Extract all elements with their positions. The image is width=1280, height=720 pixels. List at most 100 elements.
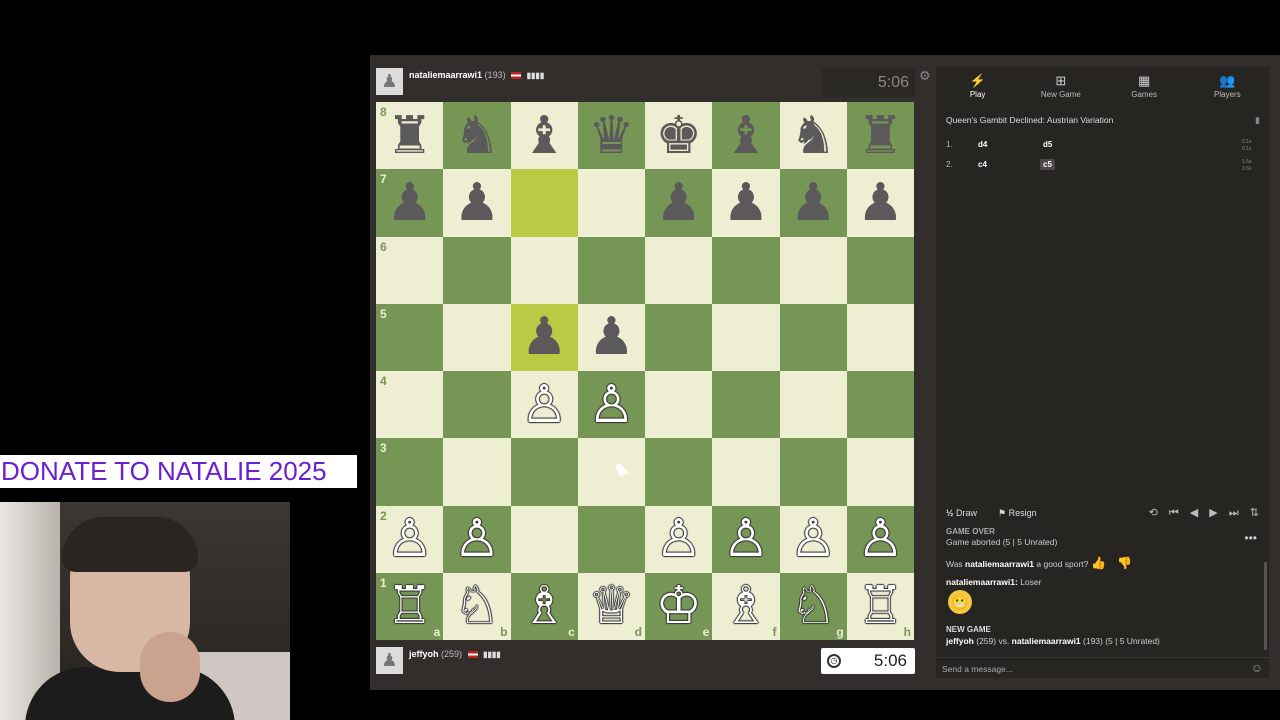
square-f3[interactable] (712, 438, 780, 506)
square-d7[interactable] (577, 169, 645, 237)
white-piece[interactable]: ♙ (588, 379, 635, 431)
square-e5[interactable] (645, 303, 713, 371)
square-d4[interactable]: ♙ (577, 371, 645, 439)
black-piece[interactable]: ♟ (857, 177, 904, 229)
square-a3[interactable]: 3 (376, 438, 444, 506)
opening-name[interactable]: Queen's Gambit Declined: Austrian Variat… (946, 115, 1266, 125)
square-e7[interactable]: ♟ (645, 169, 713, 237)
square-d2[interactable] (577, 505, 645, 573)
square-c3[interactable] (510, 438, 578, 506)
tab-play[interactable]: ⚡ Play (936, 67, 1019, 109)
white-piece[interactable]: ♙ (723, 513, 770, 565)
square-h2[interactable]: ♙ (846, 505, 914, 573)
square-h6[interactable] (846, 236, 914, 304)
book-icon[interactable]: ▮ (1255, 115, 1260, 126)
white-piece[interactable]: ♗ (723, 580, 770, 632)
black-piece[interactable]: ♚ (655, 110, 702, 162)
black-move[interactable]: d5 (1043, 140, 1052, 149)
square-d1[interactable]: d ♕ (577, 572, 645, 640)
move-navigation-icons[interactable]: ⟲ ⏮ ◀ ▶ ⏭ ⇅ (1149, 506, 1263, 520)
square-c4[interactable]: ♙ (510, 371, 578, 439)
more-options-icon[interactable]: ••• (1244, 531, 1257, 545)
black-piece[interactable]: ♜ (386, 110, 433, 162)
square-b1[interactable]: b ♘ (443, 572, 511, 640)
square-f8[interactable]: ♝ (712, 102, 780, 170)
square-c7[interactable] (510, 169, 578, 237)
black-piece[interactable]: ♟ (723, 177, 770, 229)
square-e6[interactable] (645, 236, 713, 304)
white-piece[interactable]: ♙ (857, 513, 904, 565)
square-b6[interactable] (443, 236, 511, 304)
square-f5[interactable] (712, 303, 780, 371)
top-player-name[interactable]: nataliemaarrawi1 (409, 70, 482, 80)
square-b5[interactable] (443, 303, 511, 371)
square-a2[interactable]: 2 ♙ (376, 505, 444, 573)
square-e4[interactable] (645, 371, 713, 439)
square-h1[interactable]: h ♖ (846, 572, 914, 640)
square-c5[interactable]: ♟ (510, 303, 578, 371)
square-a1[interactable]: 1 a ♖ (376, 572, 444, 640)
square-f6[interactable] (712, 236, 780, 304)
square-b2[interactable]: ♙ (443, 505, 511, 573)
square-h8[interactable]: ♜ (846, 102, 914, 170)
square-a6[interactable]: 6 (376, 236, 444, 304)
square-b7[interactable]: ♟ (443, 169, 511, 237)
resign-button[interactable]: ⚑ Resign (998, 508, 1037, 519)
square-g4[interactable] (779, 371, 847, 439)
square-a8[interactable]: 8 ♜ (376, 102, 444, 170)
bottom-player-avatar[interactable]: ♟ (376, 647, 403, 674)
square-b4[interactable] (443, 371, 511, 439)
white-piece[interactable]: ♖ (857, 580, 904, 632)
white-piece[interactable]: ♖ (386, 580, 433, 632)
black-piece[interactable]: ♟ (386, 177, 433, 229)
black-piece[interactable]: ♝ (521, 110, 568, 162)
black-piece[interactable]: ♛ (588, 110, 635, 162)
gear-icon[interactable]: ⚙ (919, 68, 931, 84)
white-piece[interactable]: ♔ (655, 580, 702, 632)
white-piece[interactable]: ♗ (521, 580, 568, 632)
square-g1[interactable]: g ♘ (779, 572, 847, 640)
black-piece[interactable]: ♟ (790, 177, 837, 229)
square-e1[interactable]: e ♔ (645, 572, 713, 640)
black-move-current[interactable]: c5 (1040, 159, 1055, 170)
square-e8[interactable]: ♚ (645, 102, 713, 170)
white-piece[interactable]: ♘ (790, 580, 837, 632)
white-piece[interactable]: ♙ (386, 513, 433, 565)
square-g3[interactable] (779, 438, 847, 506)
black-piece[interactable]: ♝ (723, 110, 770, 162)
square-d6[interactable] (577, 236, 645, 304)
white-piece[interactable]: ♙ (655, 513, 702, 565)
square-h3[interactable] (846, 438, 914, 506)
square-d8[interactable]: ♛ (577, 102, 645, 170)
square-f7[interactable]: ♟ (712, 169, 780, 237)
square-e3[interactable] (645, 438, 713, 506)
black-piece[interactable]: ♟ (588, 311, 635, 363)
square-c2[interactable] (510, 505, 578, 573)
square-b8[interactable]: ♞ (443, 102, 511, 170)
draw-button[interactable]: ½ Draw (946, 508, 977, 518)
white-piece[interactable]: ♙ (454, 513, 501, 565)
square-h4[interactable] (846, 371, 914, 439)
square-a7[interactable]: 7 ♟ (376, 169, 444, 237)
bottom-player-name[interactable]: jeffyoh (409, 649, 439, 659)
square-h5[interactable] (846, 303, 914, 371)
square-d3[interactable] (577, 438, 645, 506)
square-h7[interactable]: ♟ (846, 169, 914, 237)
black-piece[interactable]: ♟ (521, 311, 568, 363)
white-move[interactable]: d4 (978, 140, 987, 149)
square-c6[interactable] (510, 236, 578, 304)
thumbs-up-icon[interactable]: 👍 (1091, 556, 1106, 570)
square-e2[interactable]: ♙ (645, 505, 713, 573)
white-piece[interactable]: ♙ (790, 513, 837, 565)
emoji-picker-icon[interactable]: ☺ (1251, 661, 1263, 675)
square-b3[interactable] (443, 438, 511, 506)
black-piece[interactable]: ♞ (454, 110, 501, 162)
thumbs-down-icon[interactable]: 👎 (1117, 556, 1132, 570)
chess-board[interactable]: 8 ♜ ♞ ♝ ♛ ♚ ♝ ♞ ♜ 7 ♟ ♟ ♟ ♟ ♟ ♟ 6 5 ♟ ♟ 4 ♙ ♙ 3 2 ♙ ♙ ♙ ♙ ♙ ♙ 1 a ♖ b ♘ c ♗ d ♕… (376, 102, 914, 640)
square-d5[interactable]: ♟ (577, 303, 645, 371)
white-piece[interactable]: ♕ (588, 580, 635, 632)
tab-new-game[interactable]: ⊞ New Game (1019, 67, 1102, 109)
white-piece[interactable]: ♘ (454, 580, 501, 632)
tab-games[interactable]: ▦ Games (1103, 67, 1186, 109)
black-piece[interactable]: ♟ (655, 177, 702, 229)
